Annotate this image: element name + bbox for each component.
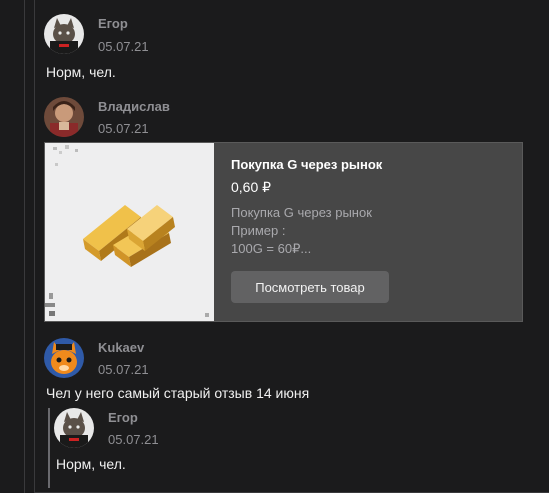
comment-author[interactable]: Kukaev (98, 340, 144, 355)
thread-line-outer (24, 0, 25, 493)
thread-line-inner (34, 0, 35, 493)
avatar[interactable] (54, 408, 94, 448)
quoted-date: 05.07.21 (108, 432, 159, 447)
comment-date: 05.07.21 (98, 362, 149, 377)
description-line: 100G = 60₽... (231, 241, 312, 256)
quoted-comment: Егор 05.07.21 Норм, чел. (44, 404, 544, 490)
view-product-button[interactable]: Посмотреть товар (231, 271, 389, 303)
product-card[interactable]: Покупка G через рынок 0,60 ₽ Покупка G ч… (44, 142, 523, 322)
avatar[interactable] (44, 338, 84, 378)
product-description: Покупка G через рынок Пример : 100G = 60… (231, 204, 372, 258)
product-image[interactable] (45, 143, 214, 321)
avatar[interactable] (44, 97, 84, 137)
comment-author[interactable]: Егор (98, 16, 128, 31)
comment-text: Чел у него самый старый отзыв 14 июня (46, 385, 310, 401)
description-line: Пример : (231, 223, 286, 238)
description-line: Покупка G через рынок (231, 205, 372, 220)
quote-bar (48, 408, 50, 488)
quoted-text: Норм, чел. (56, 456, 126, 472)
product-title[interactable]: Покупка G через рынок (231, 157, 382, 172)
avatar[interactable] (44, 14, 84, 54)
comment-date: 05.07.21 (98, 39, 149, 54)
comment-author[interactable]: Владислав (98, 99, 170, 114)
comment-text: Норм, чел. (46, 64, 116, 80)
quoted-author[interactable]: Егор (108, 410, 138, 425)
comment-date: 05.07.21 (98, 121, 149, 136)
product-price: 0,60 ₽ (231, 179, 272, 195)
